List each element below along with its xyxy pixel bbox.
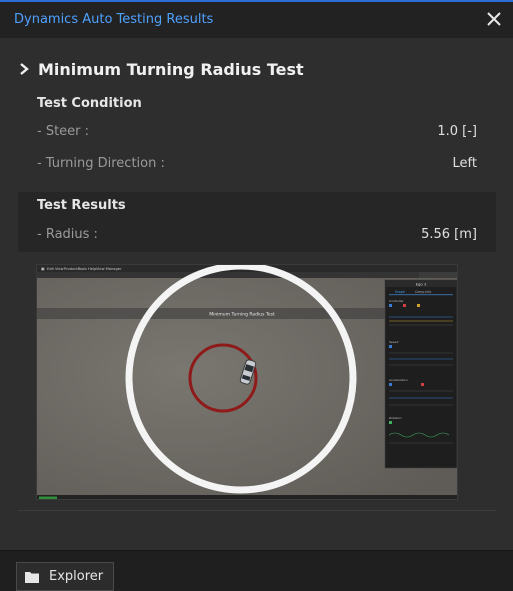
sim-panel-tab: Graph: [395, 290, 405, 294]
divider: [18, 510, 496, 511]
steer-label: - Steer :: [37, 124, 90, 139]
radius-label: - Radius :: [37, 227, 98, 242]
test-condition-heading: Test Condition: [37, 96, 142, 111]
steer-value: 1.0 [-]: [437, 124, 477, 139]
sim-graph-label: Rotation: [389, 416, 402, 420]
test-results-heading: Test Results: [37, 198, 126, 213]
close-icon[interactable]: [485, 10, 503, 28]
sim-graph-label: Acceleration: [389, 378, 408, 382]
turning-direction-value: Left: [452, 156, 477, 171]
sim-side-panel: Ego 3 Graph Comp.Info Controller Speed A…: [384, 279, 457, 469]
sim-panel-tab: Comp.Info: [415, 290, 431, 294]
test-name: Minimum Turning Radius Test: [38, 59, 304, 79]
explorer-label: Explorer: [49, 569, 104, 584]
window-title: Dynamics Auto Testing Results: [14, 12, 214, 27]
test-screenshot[interactable]: ▣ Edit View Products Tools Help View Man…: [36, 264, 458, 500]
sim-graph-label: Controller: [389, 299, 405, 303]
explorer-button[interactable]: Explorer: [16, 562, 114, 591]
folder-icon: [25, 571, 39, 583]
svg-text:▣: ▣: [41, 266, 45, 271]
sim-graph-label: Speed: [389, 340, 399, 344]
sim-menu-bar: ▣ Edit View Products Tools Help View Man…: [41, 266, 122, 271]
test-section-header[interactable]: Minimum Turning Radius Test: [18, 58, 304, 80]
sim-panel-title: Ego 3: [416, 282, 427, 287]
simulation-view: ▣ Edit View Products Tools Help View Man…: [37, 265, 457, 499]
turning-direction-label: - Turning Direction :: [37, 156, 165, 171]
sim-banner-text: Minimum Turning Radius Test: [209, 312, 275, 318]
sim-menu-item: Edit: [47, 267, 55, 271]
radius-value: 5.56 [m]: [421, 227, 477, 242]
title-bar: Dynamics Auto Testing Results: [0, 0, 513, 38]
sim-menu-item: View: [55, 267, 64, 271]
chevron-right-icon: [20, 63, 29, 75]
sim-menu-item: View Manager: [96, 267, 122, 271]
sim-menu-item: Tools: [77, 267, 87, 271]
